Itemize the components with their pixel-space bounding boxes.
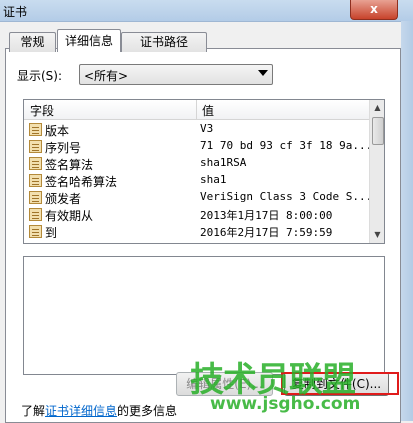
show-dropdown[interactable]: <所有> [79,64,273,85]
field-value: 71 70 bd 93 cf 3f 18 9a... [200,139,373,152]
certificate-field-icon [29,174,42,187]
show-dropdown-value: <所有> [84,69,129,83]
tab-general[interactable]: 常规 [9,32,56,52]
footer-suffix: 的更多信息 [117,404,178,418]
certificate-field-icon [29,123,42,136]
title-bar: 证书 x [0,0,413,22]
field-value: 2016年2月17日 7:59:59 [200,226,333,239]
tab-details[interactable]: 详细信息 [57,29,121,52]
list-item[interactable]: 签名哈希算法 sha1 [24,173,369,189]
certificate-field-icon [29,191,42,204]
column-divider[interactable] [196,100,197,119]
certificate-field-icon [29,225,42,238]
column-header-field[interactable]: 字段 [30,102,54,119]
scroll-down-icon[interactable]: ▼ [370,227,384,243]
field-name: 到 [45,226,58,240]
footer-prefix: 了解 [21,404,46,418]
watermark-url: www.jsgho.com [210,394,361,414]
field-value: VeriSign Class 3 Code S... [200,190,373,203]
field-value: sha1 [200,173,227,186]
field-name: 颁发者 [45,192,82,206]
field-name: 签名哈希算法 [45,175,118,189]
close-button[interactable]: x [350,0,398,20]
window-title: 证书 [3,5,28,19]
scroll-up-icon[interactable]: ▲ [370,100,384,116]
certificate-field-icon [29,157,42,170]
field-value: 2013年1月17日 8:00:00 [200,209,333,222]
show-label: 显示(S): [17,69,63,83]
vertical-scrollbar[interactable]: ▲ ▼ [369,100,384,243]
fields-list[interactable]: 字段 值 版本 V3 序列号 71 70 bd 93 cf 3f 18 9a..… [23,99,385,244]
field-name: 序列号 [45,141,82,155]
certificate-details-link[interactable]: 证书详细信息 [45,404,117,418]
list-item[interactable]: 序列号 71 70 bd 93 cf 3f 18 9a... [24,139,373,155]
certificate-field-icon [29,140,42,153]
list-item[interactable]: 版本 V3 [24,122,369,138]
certificate-field-icon [29,208,42,221]
column-header-value[interactable]: 值 [202,102,214,119]
chevron-down-icon [258,70,268,76]
list-item[interactable]: 签名算法 sha1RSA [24,156,369,172]
window-frame-right [401,21,413,421]
list-item[interactable]: 颁发者 VeriSign Class 3 Code S... [24,190,373,206]
tab-certification-path[interactable]: 证书路径 [121,32,207,52]
field-name: 签名算法 [45,158,94,172]
scrollbar-thumb[interactable] [372,117,384,145]
field-name: 有效期从 [45,209,94,223]
field-value: sha1RSA [200,156,247,169]
field-name: 版本 [45,124,70,138]
list-item[interactable]: 到 2016年2月17日 7:59:59 [24,224,369,240]
footer-help: 了解证书详细信息的更多信息 [21,402,177,419]
list-header: 字段 值 [24,100,369,120]
list-item[interactable]: 有效期从 2013年1月17日 8:00:00 [24,207,369,223]
field-value: V3 [200,122,214,135]
